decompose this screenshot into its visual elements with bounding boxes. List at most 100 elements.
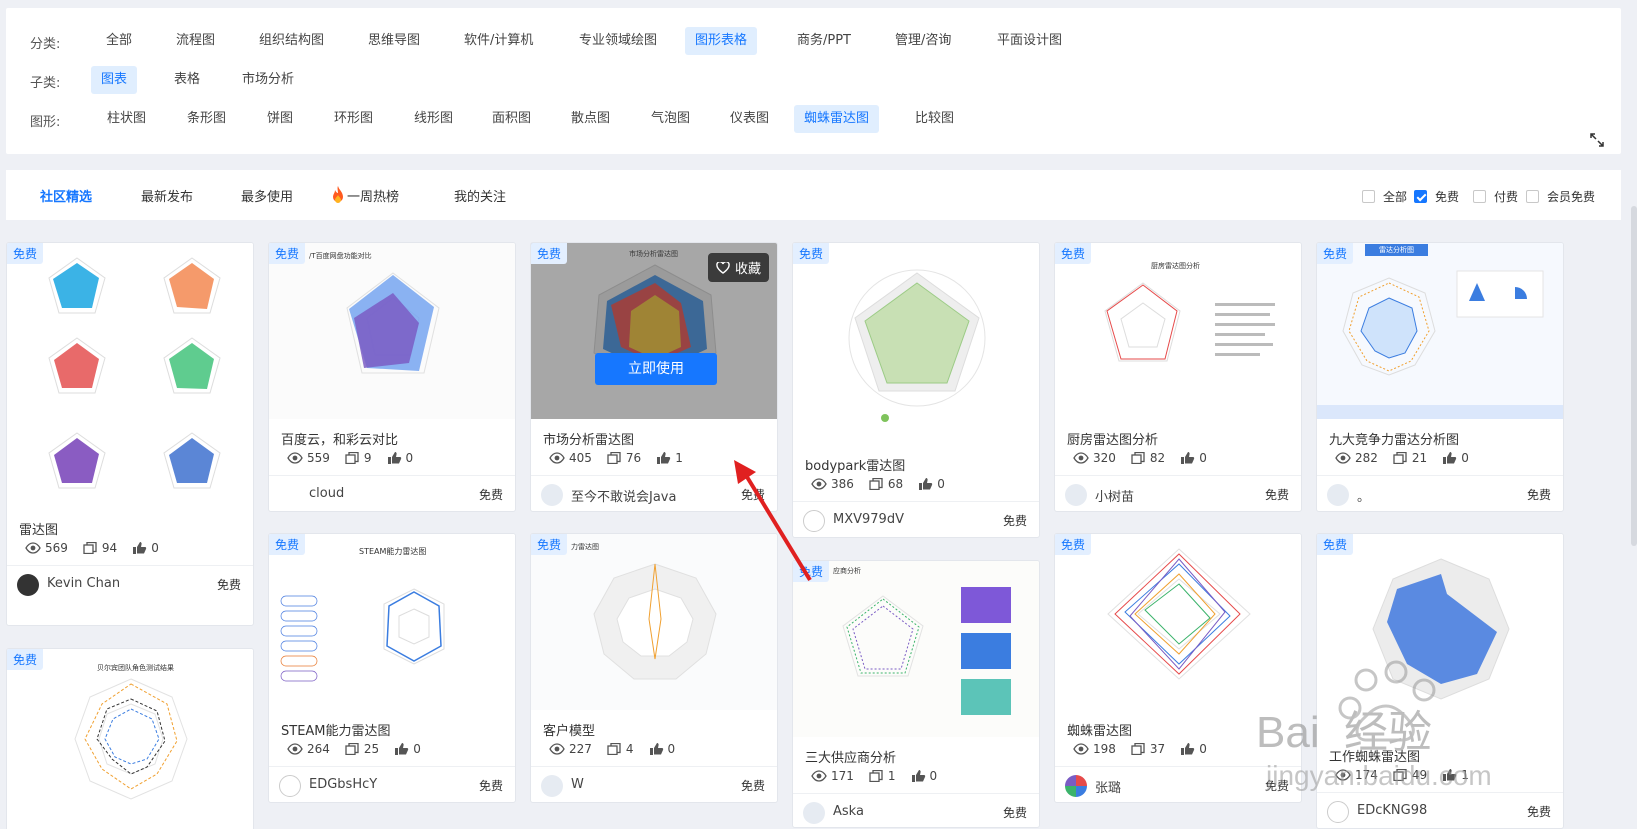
like-count[interactable]: 0 — [131, 541, 159, 555]
shape-column[interactable]: 柱状图 — [97, 105, 156, 133]
shape-radar[interactable]: 蜘蛛雷达图 — [794, 105, 880, 133]
tab-following[interactable]: 我的关注 — [454, 186, 506, 205]
expand-collapse-icon[interactable] — [1589, 132, 1605, 152]
checkbox-free[interactable] — [1414, 190, 1427, 203]
author-name[interactable]: Aska — [833, 804, 864, 819]
avatar[interactable] — [1327, 484, 1349, 506]
category-graph-table[interactable]: 图形表格 — [685, 27, 758, 55]
copy-icon — [868, 770, 884, 782]
category-org-chart[interactable]: 组织结构图 — [249, 27, 334, 55]
use-now-button[interactable]: 立即使用 — [595, 353, 717, 385]
tab-most-used[interactable]: 最多使用 — [241, 186, 293, 205]
subcategory-market[interactable]: 市场分析 — [232, 66, 304, 94]
shape-gauge[interactable]: 仪表图 — [720, 105, 779, 133]
card-title: 雷达图 — [19, 523, 59, 538]
like-count[interactable]: 0 — [393, 742, 421, 756]
category-graphic-design[interactable]: 平面设计图 — [987, 27, 1072, 55]
avatar[interactable] — [279, 484, 301, 506]
avatar[interactable] — [541, 484, 563, 506]
card-stats: 264 25 0 — [287, 742, 421, 756]
template-card-supplier-analysis[interactable]: 免费 应商分析 三大供应商分析 171 1 0 Aska 免费 — [792, 560, 1040, 828]
free-badge: 免费 — [1055, 243, 1092, 264]
like-count[interactable]: 1 — [655, 451, 683, 465]
subcategory-table[interactable]: 表格 — [164, 66, 210, 94]
category-professional[interactable]: 专业领域绘图 — [569, 27, 667, 55]
category-software[interactable]: 软件/计算机 — [454, 27, 543, 55]
price-filter-member-label: 会员免费 — [1547, 190, 1596, 204]
author-name[interactable]: 张璐 — [1095, 777, 1121, 796]
favorite-button[interactable]: 收藏 — [707, 253, 769, 282]
card-stats: 282 21 0 — [1335, 451, 1469, 465]
checkbox-paid[interactable] — [1473, 190, 1486, 203]
author-name[interactable]: MXV979dV — [833, 512, 904, 527]
shape-compare[interactable]: 比较图 — [905, 105, 964, 133]
eye-icon — [549, 452, 565, 464]
copy-count: 21 — [1392, 451, 1427, 465]
price-filter-free[interactable]: 免费 — [1414, 188, 1459, 205]
template-card-nine-competitiveness[interactable]: 免费 雷达分析图 九大竞争力雷达分析图 282 21 0 。 免费 — [1316, 242, 1564, 512]
author-name[interactable]: EDGbsHcY — [309, 777, 377, 792]
category-all[interactable]: 全部 — [96, 27, 142, 55]
shape-area[interactable]: 面积图 — [482, 105, 541, 133]
like-count[interactable]: 0 — [386, 451, 413, 465]
avatar[interactable] — [17, 574, 39, 596]
shape-pie[interactable]: 饼图 — [257, 105, 303, 133]
copy-count: 37 — [1130, 742, 1165, 756]
category-flowchart[interactable]: 流程图 — [166, 27, 225, 55]
card-footer: 小树苗 免费 — [1055, 475, 1301, 511]
like-count[interactable]: 0 — [1179, 451, 1207, 465]
author-name[interactable]: Kevin Chan — [47, 576, 120, 591]
like-count[interactable]: 0 — [917, 477, 945, 491]
card-footer: W 免费 — [531, 766, 777, 802]
price-label: 免费 — [740, 779, 765, 793]
avatar[interactable] — [1065, 484, 1087, 506]
checkbox-all[interactable] — [1362, 190, 1375, 203]
avatar[interactable] — [803, 802, 825, 824]
price-filter-member[interactable]: 会员免费 — [1526, 188, 1595, 205]
category-mindmap[interactable]: 思维导图 — [358, 27, 430, 55]
avatar[interactable] — [1065, 775, 1087, 797]
template-card-cloud-compare[interactable]: 免费 /T百度网盘功能对比 百度云，和彩云对比 559 9 0 cloud 免费 — [268, 242, 516, 512]
author-name[interactable]: 至今不敢说会Java — [571, 486, 676, 505]
watermark-brand: Bai 经验 — [1256, 708, 1433, 757]
like-count[interactable]: 0 — [648, 742, 675, 756]
template-card-bodypark[interactable]: 免费 bodypark雷达图 386 68 0 MXV979dV 免费 — [792, 242, 1040, 538]
tab-latest[interactable]: 最新发布 — [141, 186, 193, 205]
copy-icon — [82, 542, 98, 554]
template-card-steam[interactable]: 免费 STEAM能力雷达图 STEAM能力雷达图 264 25 0 EDGbsH… — [268, 533, 516, 803]
view-count: 198 — [1073, 742, 1116, 756]
price-filter-all[interactable]: 全部 — [1362, 188, 1407, 205]
checkbox-member[interactable] — [1526, 190, 1539, 203]
shape-bubble[interactable]: 气泡图 — [641, 105, 700, 133]
author-name[interactable]: 小树苗 — [1095, 486, 1134, 505]
annotation-arrow — [734, 460, 812, 582]
shape-line[interactable]: 线形图 — [404, 105, 463, 133]
thumbs-up-icon — [1179, 452, 1195, 464]
template-card-belbin[interactable]: 免费 贝尔宾团队角色测试结果 — [6, 648, 254, 829]
thumbs-up-icon — [393, 743, 409, 755]
shape-donut[interactable]: 环形图 — [324, 105, 383, 133]
avatar[interactable] — [541, 775, 563, 797]
like-count[interactable]: 0 — [1441, 451, 1469, 465]
author-name[interactable]: cloud — [309, 486, 344, 501]
author-name[interactable]: 。 — [1357, 486, 1370, 505]
template-card-radar[interactable]: 免费 雷达图 569 94 0 Kevin Chan 免费 — [6, 242, 254, 626]
tab-community-picks[interactable]: 社区精选 — [40, 186, 92, 205]
template-card-kitchen[interactable]: 免费 厨房雷达图分析 厨房雷达图分析 320 82 0 小树苗 免费 — [1054, 242, 1302, 512]
avatar[interactable] — [279, 775, 301, 797]
author-name[interactable]: W — [571, 777, 584, 792]
like-count[interactable]: 0 — [1179, 742, 1207, 756]
subcategory-chart[interactable]: 图表 — [91, 66, 138, 94]
card-footer: MXV979dV 免费 — [793, 501, 1039, 537]
price-label: 免费 — [478, 488, 503, 502]
thumbs-up-icon — [386, 452, 402, 464]
scrollbar[interactable] — [1631, 206, 1637, 546]
thumbs-up-icon — [1441, 452, 1457, 464]
tab-weekly-hot[interactable]: 一周热榜 — [331, 186, 399, 205]
category-business-ppt[interactable]: 商务/PPT — [787, 27, 861, 55]
price-filter-paid[interactable]: 付费 — [1473, 188, 1518, 205]
shape-scatter[interactable]: 散点图 — [561, 105, 620, 133]
like-count[interactable]: 0 — [910, 769, 937, 783]
shape-bar[interactable]: 条形图 — [177, 105, 236, 133]
category-management[interactable]: 管理/咨询 — [885, 27, 961, 55]
